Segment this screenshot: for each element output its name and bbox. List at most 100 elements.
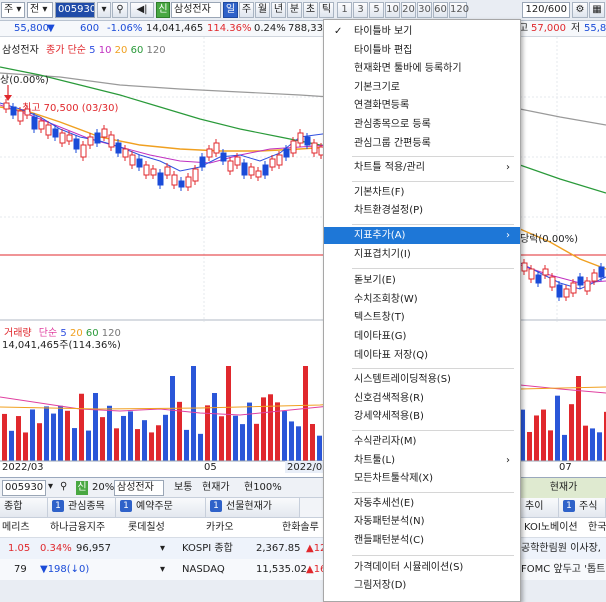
menu-item[interactable]: 차트툴(L) › [324,452,520,469]
menu-item[interactable]: 자동추세선(E) [324,495,520,512]
ticker-name[interactable]: 하나금융지주 [50,518,124,537]
period-day-button[interactable]: 일 [223,2,238,18]
menu-item[interactable]: 연결화면등록 [324,97,520,114]
interval-3-button[interactable]: 3 [353,2,368,18]
code-dropdown-button[interactable]: ▾ [97,2,111,18]
order-search-icon[interactable]: ⚲ [60,480,74,496]
ticker-name[interactable]: 한국 [588,518,606,537]
menu-item[interactable]: 지표겹치기(I) [324,246,520,263]
volume-bar [296,426,301,461]
sound-toggle-button[interactable]: ◀| [130,2,154,18]
menu-item-label: 현재화면 툴바에 등록하기 [354,63,462,75]
quote-dropdown-icon[interactable]: ▾ [160,538,172,559]
tab-futures-price[interactable]: 1 선물현재가 [206,498,300,517]
tab-watchlist[interactable]: 1 관심종목 [48,498,116,517]
order-credit-badge: 신 [76,481,88,495]
interval-30-button[interactable]: 30 [417,2,432,18]
menu-item[interactable]: 신호검색적용(R) [324,390,520,407]
tab-reserved-order[interactable]: 1 예약주문 [116,498,206,517]
volume-bar [590,428,595,461]
menu-item[interactable]: 캔들패턴분석(C) [324,532,520,549]
submenu-arrow-icon: › [506,454,510,466]
menu-item[interactable]: 가격데이터 시뮬레이션(S) [324,559,520,576]
menu-item[interactable]: 기본크기로 [324,79,520,96]
menu-item[interactable]: 수식관리자(M) [324,433,520,450]
menu-item[interactable]: 텍스트창(T) [324,309,520,326]
search-icon[interactable]: ⚲ [112,2,128,18]
volume-bar [2,413,7,461]
period-tick-button[interactable]: 틱 [319,2,334,18]
period-month-button[interactable]: 월 [255,2,270,18]
stock-name-field[interactable]: 삼성전자 [171,2,221,18]
interval-20-button[interactable]: 20 [401,2,416,18]
menu-separator [352,224,514,225]
stock-code-input[interactable]: 005930 [55,2,95,18]
volume-bar [541,409,546,461]
menu-item[interactable]: 타이틀바 편집 [324,42,520,59]
ticker-name[interactable]: 롯데칠성 [128,518,198,537]
menu-item[interactable]: 지표추가(A) › [324,227,520,244]
tab-trend[interactable]: 추이 [521,498,559,517]
order-ratio[interactable]: 현100% [244,480,288,496]
menu-item[interactable]: 수치조회창(W) [324,291,520,308]
menu-item[interactable]: 관심그룹 간편등록 [324,135,520,152]
ticker-name[interactable]: KOI노베이션 [524,518,584,537]
menu-item[interactable]: 강세약세적용(B) [324,408,520,425]
interval-10-button[interactable]: 10 [385,2,400,18]
menu-item[interactable]: 차트틀 적용/관리 › [324,159,520,176]
period-minute-button[interactable]: 분 [287,2,302,18]
order-stock-name[interactable]: 삼성전자 [114,480,164,496]
menu-item[interactable]: 기본차트(F) [324,184,520,201]
interval-5-button[interactable]: 5 [369,2,384,18]
menu-separator [352,554,514,556]
volume-bar [135,429,140,461]
menu-item[interactable]: 관심종목으로 등록 [324,116,520,133]
menu-item[interactable]: 차트환경설정(P) [324,202,520,219]
candle-body [269,158,276,168]
interval-1-button[interactable]: 1 [337,2,352,18]
volume-bar [282,411,287,461]
volume-bar [72,428,77,461]
order-code-input[interactable]: 005930 [2,480,46,496]
tab-stock[interactable]: 1 주식 [559,498,606,517]
menu-item[interactable]: 데이타표(G) [324,328,520,345]
interval-60-button[interactable]: 60 [433,2,448,18]
volume-bar [555,395,560,461]
chart-settings-icon[interactable]: ⚙ [572,2,588,18]
ticker-name[interactable]: 한화솔루 [282,518,322,537]
ticker-name[interactable]: 메리츠 [0,518,48,537]
menu-item[interactable]: 데이타표 저장(Q) [324,347,520,364]
menu-item-label: 자동추세선(E) [354,497,415,509]
period-year-button[interactable]: 년 [271,2,286,18]
news-headline[interactable]: 공학한림원 이사장, [521,538,606,559]
grid-icon[interactable]: ▦ [589,2,605,18]
quote-dropdown-icon[interactable]: ▾ [160,559,172,580]
menu-item[interactable]: 모든차트툴삭제(X) [324,470,520,487]
menu-item-label: 데이타표 저장(Q) [354,349,429,361]
interval-120-button[interactable]: 120 [449,2,469,18]
tab-summary[interactable]: 종합 [0,498,48,517]
news-headline[interactable]: FOMC 앞두고 '톱트 [521,559,606,580]
menu-item[interactable]: 그림저장(D) [324,577,520,594]
menu-item[interactable]: 돋보기(E) [324,272,520,289]
order-price-type[interactable]: 현재가 [202,480,242,496]
period-week-button[interactable]: 주 [239,2,254,18]
order-code-dropdown[interactable]: ▾ [48,480,60,496]
volume-bar [16,416,21,461]
ticker-name[interactable]: 카카오 [206,518,276,537]
volume-bar [548,430,553,461]
current-price-tab[interactable]: 현재가 [521,478,606,498]
data-count-field[interactable]: 120/600 [522,2,570,18]
prefix-select-value: 전 [30,4,40,15]
market-select[interactable]: 주 ▾ [1,2,25,18]
menu-item[interactable]: 자동패턴분석(N) [324,513,520,530]
menu-item[interactable]: 현재화면 툴바에 등록하기 [324,60,520,77]
menu-separator [352,180,514,182]
volume-bar [58,405,63,461]
order-type[interactable]: 보통 [174,480,202,496]
menu-item-label: 수치조회창(W) [354,293,418,305]
menu-item[interactable]: 시스템트레이딩적용(S) [324,371,520,388]
period-second-button[interactable]: 초 [303,2,318,18]
prefix-select[interactable]: 전 ▾ [27,2,53,18]
menu-item[interactable]: ✓ 타이틀바 보기 [324,23,520,40]
